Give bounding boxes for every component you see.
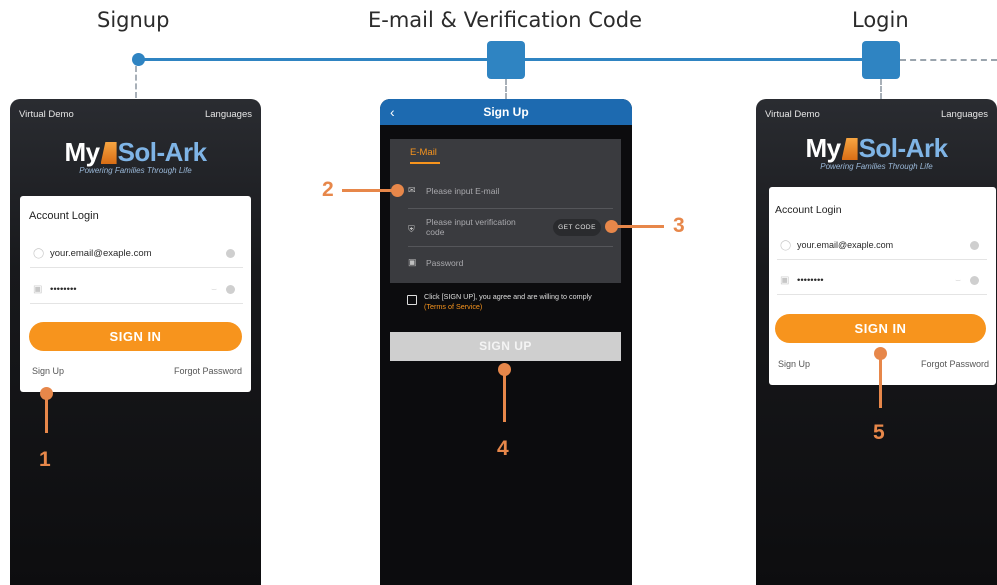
signup-flow-diagram: Signup E-mail & Verification Code Login … [0,0,997,585]
email-placeholder: Please input E-mail [426,186,500,196]
mysolark-logo: My Sol-Ark Powering Families Through Life [756,133,997,171]
step-title-email: E-mail & Verification Code [368,8,642,32]
step-title-signup: Signup [97,8,170,32]
tab-underline [410,162,440,164]
callout-number-1: 1 [39,448,51,471]
phone-signup-screen: ‹ Sign Up E-Mail ✉ Please input E-mail ⛨… [380,99,632,585]
email-input[interactable]: ✉ Please input E-mail [408,179,613,209]
password-input[interactable]: ▣ Password [408,251,613,279]
logo-tagline: Powering Families Through Life [79,166,192,175]
forgot-password-link[interactable]: Forgot Password [921,359,989,369]
mysolark-logo: My Sol-Ark Powering Families Through Life [10,137,261,175]
password-field[interactable]: ▣ •••••••• ⌣ [777,267,987,295]
callout-line-3 [612,225,664,228]
card-title: Account Login [775,204,842,216]
eye-hidden-icon[interactable]: ⌣ [955,275,961,286]
lock-icon: ▣ [33,284,43,295]
signup-header: ‹ Sign Up [380,99,632,125]
phone-login-screen: Virtual Demo Languages My Sol-Ark Powerin… [10,99,261,585]
email-value: your.email@exaple.com [50,248,152,259]
code-placeholder: Please input verification code [426,217,516,237]
logo-my: My [805,133,841,163]
timeline-continuation [900,59,997,61]
solark-mark-icon [100,142,117,164]
back-arrow-icon[interactable]: ‹ [390,99,395,125]
code-placeholder-line2: code [426,227,445,237]
password-value: •••••••• [50,284,77,295]
timeline-start-dot [132,53,145,66]
sign-in-button[interactable]: SIGN IN [775,314,986,343]
password-value: •••••••• [797,275,824,286]
clear-icon[interactable] [970,276,979,285]
solark-mark-icon [841,138,858,160]
terms-agreement: Click [SIGN UP], you agree and are willi… [424,292,619,312]
sign-up-link[interactable]: Sign Up [32,366,64,376]
timeline-node-email [487,41,525,79]
connector-signup [135,66,137,98]
lock-icon: ▣ [408,257,417,267]
sign-in-button[interactable]: SIGN IN [29,322,242,351]
callout-line-2 [342,189,394,192]
logo-tagline: Powering Families Through Life [820,162,933,171]
get-code-button[interactable]: GET CODE [553,219,601,236]
code-placeholder-line1: Please input verification [426,217,516,227]
user-icon: ◯ [780,240,792,251]
login-card: Account Login ◯ your.email@exaple.com ▣ … [20,196,251,392]
callout-dot-2 [391,184,404,197]
timeline-node-login [862,41,900,79]
callout-number-5: 5 [873,421,885,444]
callout-number-2: 2 [322,178,334,201]
password-field[interactable]: ▣ •••••••• ⌣ [30,276,243,304]
logo-brand: Sol-Ark [117,137,207,167]
connector-login [880,79,882,99]
virtual-demo-link[interactable]: Virtual Demo [765,109,820,120]
lock-icon: ▣ [780,275,790,286]
terms-checkbox[interactable] [407,295,417,305]
mail-icon: ✉ [408,185,416,195]
eye-hidden-icon[interactable]: ⌣ [211,284,217,295]
signup-form: E-Mail ✉ Please input E-mail ⛨ Please in… [390,139,621,283]
shield-icon: ⛨ [408,224,415,234]
callout-number-3: 3 [673,214,685,237]
card-title: Account Login [29,210,99,222]
clear-icon[interactable] [226,285,235,294]
connector-email [505,79,507,99]
password-placeholder: Password [426,258,464,268]
callout-line-1 [45,395,48,433]
virtual-demo-link[interactable]: Virtual Demo [19,109,74,120]
callout-number-4: 4 [497,437,509,460]
user-icon: ◯ [33,248,45,259]
callout-line-5 [879,354,882,408]
languages-link[interactable]: Languages [941,109,988,120]
sign-up-link[interactable]: Sign Up [778,359,810,369]
step-title-login: Login [852,8,909,32]
logo-my: My [64,137,100,167]
sign-up-button[interactable]: SIGN UP [390,332,621,361]
clear-icon[interactable] [970,241,979,250]
clear-icon[interactable] [226,249,235,258]
forgot-password-link[interactable]: Forgot Password [174,366,242,376]
email-value: your.email@exaple.com [797,240,894,250]
logo-brand: Sol-Ark [858,133,948,163]
email-field[interactable]: ◯ your.email@exaple.com [777,232,987,260]
email-field[interactable]: ◯ your.email@exaple.com [30,240,243,268]
tab-email[interactable]: E-Mail [410,147,437,158]
signup-title: Sign Up [483,105,529,119]
agree-text: Click [SIGN UP], you agree and are willi… [424,292,592,301]
languages-link[interactable]: Languages [205,109,252,120]
callout-line-4 [503,370,506,422]
terms-of-service-link[interactable]: (Terms of Service) [424,302,482,311]
phone-login-screen-final: Virtual Demo Languages My Sol-Ark Powerin… [756,99,997,585]
